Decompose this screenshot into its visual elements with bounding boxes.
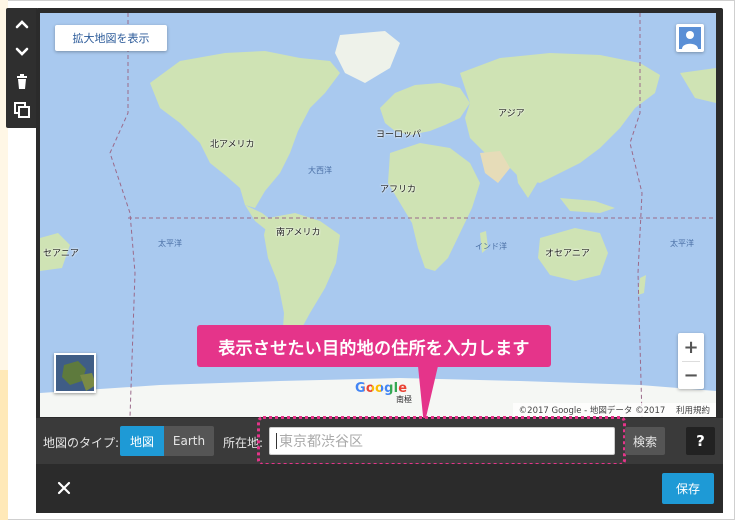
chevron-down-icon [15, 47, 28, 56]
chevron-up-icon [15, 20, 28, 29]
help-button[interactable]: ? [686, 427, 715, 455]
save-button[interactable]: 保存 [662, 473, 714, 504]
zoom-in-button[interactable]: + [678, 333, 704, 361]
terms-link[interactable]: 利用規約 [676, 406, 710, 416]
move-down-button[interactable] [6, 38, 37, 66]
close-button[interactable] [52, 476, 76, 500]
map-attribution: ©2017 Google - 地図データ ©2017 利用規約 [512, 403, 716, 417]
satellite-toggle-thumbnail[interactable] [54, 353, 96, 393]
label-asia: アジア [498, 109, 525, 119]
delete-button[interactable] [6, 68, 37, 96]
background-strip-highlight [0, 370, 8, 520]
label-north-america: 北アメリカ [210, 140, 255, 150]
trash-icon [16, 74, 27, 89]
label-africa: アフリカ [380, 185, 417, 195]
map-type-map-button[interactable]: 地図 [120, 426, 164, 456]
editor-footer: 保存 [36, 464, 723, 513]
expand-map-button[interactable]: 拡大地図を表示 [55, 25, 167, 51]
map-type-earth-button[interactable]: Earth [164, 426, 214, 456]
address-placeholder: 東京都渋谷区 [279, 434, 363, 450]
street-view-button[interactable] [676, 24, 704, 52]
label-pacific-right: 太平洋 [670, 239, 694, 248]
address-input[interactable]: 東京都渋谷区 [269, 427, 615, 455]
map-type-label: 地図のタイプ: [43, 436, 120, 450]
label-oceania-left: セアニア [43, 249, 79, 259]
label-pacific-left: 太平洋 [158, 239, 182, 248]
label-oceania-right: オセアニア [545, 249, 590, 259]
move-up-button[interactable] [6, 10, 37, 38]
label-europe: ヨーロッパ [376, 130, 422, 140]
block-toolbar [6, 8, 37, 128]
search-button[interactable]: 検索 [625, 427, 665, 455]
close-icon [57, 481, 71, 495]
attribution-text: ©2017 Google - 地図データ ©2017 [518, 406, 666, 416]
satellite-thumbnail-icon [56, 355, 94, 391]
map-controls-bar: 地図のタイプ: 地図 Earth 所在地: 東京都渋谷区 検索 ? [36, 416, 723, 466]
instruction-callout: 表示させたい目的地の住所を入力します [197, 325, 551, 367]
label-south-america: 南アメリカ [276, 228, 321, 238]
zoom-out-button[interactable]: − [678, 361, 704, 389]
duplicate-button[interactable] [6, 96, 37, 124]
label-indian: インド洋 [475, 242, 507, 251]
text-caret [276, 433, 277, 449]
zoom-separator [682, 361, 700, 362]
copy-icon [13, 102, 30, 118]
label-atlantic: 大西洋 [308, 166, 332, 175]
label-antarctica: 南極 [396, 395, 412, 404]
zoom-control: + − [678, 333, 704, 389]
pegman-icon [679, 27, 701, 49]
